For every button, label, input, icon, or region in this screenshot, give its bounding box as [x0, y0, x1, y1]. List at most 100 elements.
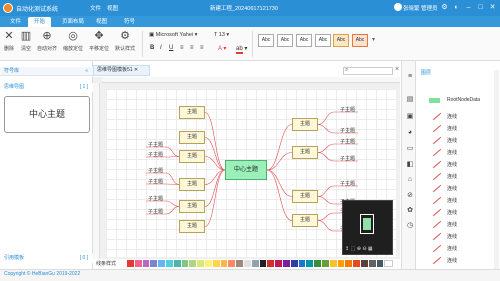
history-icon[interactable]: ◷ — [406, 222, 414, 230]
palette-swatch[interactable] — [376, 260, 384, 267]
cloud-icon[interactable]: ⌂ — [406, 176, 414, 184]
outline-link-item[interactable]: 连线 — [447, 233, 457, 240]
style-icon[interactable]: ◧ — [406, 161, 414, 169]
right-topic-node[interactable]: 主题 — [292, 214, 318, 227]
palette-swatch[interactable] — [306, 260, 314, 267]
palette-swatch[interactable] — [181, 260, 189, 267]
palette-swatch[interactable] — [228, 260, 236, 267]
palette-swatch[interactable] — [197, 260, 204, 267]
subtopic-label[interactable]: 子主题 — [340, 138, 355, 145]
center-to-left-topic-link — [204, 169, 226, 207]
outline-link-item[interactable]: 连线 — [447, 137, 457, 144]
subtopic-label[interactable]: 子主题 — [148, 151, 163, 158]
minimap-fit-icon[interactable]: ⬚ — [351, 246, 356, 252]
subtopic-label[interactable]: 子主题 — [148, 141, 163, 148]
topic-to-subtopic-link — [317, 185, 335, 197]
left-topic-node[interactable]: 主题 — [179, 220, 205, 233]
outline-link-item[interactable]: 连线 — [447, 209, 457, 216]
format-icon[interactable]: ▭ — [406, 145, 414, 153]
right-topic-node[interactable]: 主题 — [292, 146, 318, 159]
left-topic-node[interactable]: 主题 — [179, 150, 205, 163]
line-style-label[interactable]: 线条样式 — [96, 260, 116, 267]
outline-link-item[interactable]: 连线 — [447, 161, 457, 168]
subtopic-label[interactable]: 子主题 — [340, 127, 355, 134]
right-topic-node[interactable]: 主题 — [292, 190, 318, 203]
left-topic-node[interactable]: 主题 — [179, 200, 205, 213]
left-topic-node[interactable]: 主题 — [179, 106, 205, 119]
palette-swatch[interactable] — [360, 260, 368, 267]
palette-swatch[interactable] — [134, 260, 142, 267]
layers-icon[interactable]: ▤ — [406, 96, 414, 104]
gear-icon[interactable]: ✿ — [406, 207, 414, 215]
palette-swatch[interactable] — [142, 260, 150, 267]
outline-scrollbar[interactable] — [494, 70, 499, 269]
palette-swatch[interactable] — [259, 260, 267, 267]
subtopic-label[interactable]: 子主题 — [148, 208, 163, 215]
outline-link-item[interactable]: 连线 — [447, 185, 457, 192]
minimap-zoom-in-icon[interactable]: ⊖ — [362, 246, 366, 252]
topic-to-subtopic-link — [317, 111, 335, 125]
subtopic-label[interactable]: 子主题 — [148, 178, 163, 185]
palette-swatch[interactable] — [189, 260, 197, 267]
palette-swatch[interactable] — [267, 260, 275, 267]
palette-swatch[interactable] — [345, 260, 353, 267]
outline-link-item[interactable]: 连线 — [447, 113, 457, 120]
palette-swatch[interactable] — [173, 260, 181, 267]
subtopic-label[interactable]: 子主题 — [148, 195, 163, 202]
palette-swatch[interactable] — [298, 260, 306, 267]
palette-swatch[interactable] — [368, 260, 376, 267]
outline-link-item[interactable]: 连线 — [447, 149, 457, 156]
topic-to-subtopic-link — [317, 212, 335, 221]
palette-swatch[interactable] — [204, 260, 212, 267]
palette-swatch[interactable] — [275, 260, 282, 267]
palette-swatch[interactable] — [337, 260, 345, 267]
palette-swatch[interactable] — [150, 260, 158, 267]
minimap-zoom-icon[interactable]: ⊕ — [357, 246, 361, 252]
topic-to-subtopic-link — [317, 143, 335, 153]
subtopic-label[interactable]: 子主题 — [148, 167, 163, 174]
palette-swatch[interactable] — [353, 260, 360, 267]
app-window: 自动化测试系统 文件 视图 新建工程_20240617121730 张晓繁 管理… — [0, 0, 500, 281]
minimap-zoom-out-icon[interactable]: ↥ — [345, 246, 349, 252]
subtopic-label[interactable]: 子主题 — [340, 155, 355, 162]
palette-swatch[interactable] — [165, 260, 173, 267]
outline-link-item[interactable]: 连线 — [447, 197, 457, 204]
compass-icon[interactable]: ⊘ — [406, 192, 414, 200]
palette-swatch[interactable] — [282, 260, 290, 267]
palette-swatch[interactable] — [290, 260, 298, 267]
topic-to-subtopic-link — [165, 206, 180, 215]
topic-to-subtopic-link — [165, 200, 180, 207]
topic-to-subtopic-link — [317, 220, 335, 232]
center-to-right-topic-link — [266, 152, 293, 171]
palette-swatch[interactable] — [251, 260, 259, 267]
palette-swatch[interactable] — [236, 260, 243, 267]
palette-swatch[interactable] — [243, 260, 251, 267]
properties-icon[interactable]: ▣ — [406, 113, 414, 121]
outline-link-item[interactable]: 连线 — [447, 257, 457, 264]
palette-swatch[interactable] — [158, 260, 165, 267]
outline-icon[interactable]: ≡ — [406, 73, 414, 81]
left-topic-node[interactable]: 主题 — [179, 131, 205, 144]
minimap-grid-icon[interactable]: ▦ — [368, 246, 373, 252]
palette-swatch[interactable] — [384, 260, 394, 267]
theme-icon[interactable]: ◕ — [406, 129, 414, 137]
outline-link-item[interactable]: 连线 — [447, 173, 457, 180]
subtopic-label[interactable]: 子主题 — [340, 180, 355, 187]
outline-link-item[interactable]: 连线 — [447, 245, 457, 252]
palette-swatch[interactable] — [329, 260, 337, 267]
palette-swatch[interactable] — [321, 260, 329, 267]
left-topic-node[interactable]: 主题 — [179, 178, 205, 191]
palette-swatch[interactable] — [220, 260, 228, 267]
copyright-text: Copyright © HeBianGu 2019-2022 — [4, 271, 81, 277]
palette-swatch[interactable] — [127, 260, 134, 267]
palette-swatch[interactable] — [212, 260, 220, 267]
color-palette — [127, 260, 394, 267]
palette-swatch[interactable] — [314, 260, 321, 267]
center-to-left-topic-link — [204, 112, 226, 171]
outline-link-item[interactable]: 连线 — [447, 125, 457, 132]
right-topic-node[interactable]: 主题 — [292, 118, 318, 131]
subtopic-label[interactable]: 子主题 — [340, 106, 355, 113]
center-topic[interactable]: 中心主题 — [225, 160, 267, 180]
outline-link-item[interactable]: 连线 — [447, 221, 457, 228]
outline-root-item[interactable]: RootNodeData — [447, 97, 480, 103]
